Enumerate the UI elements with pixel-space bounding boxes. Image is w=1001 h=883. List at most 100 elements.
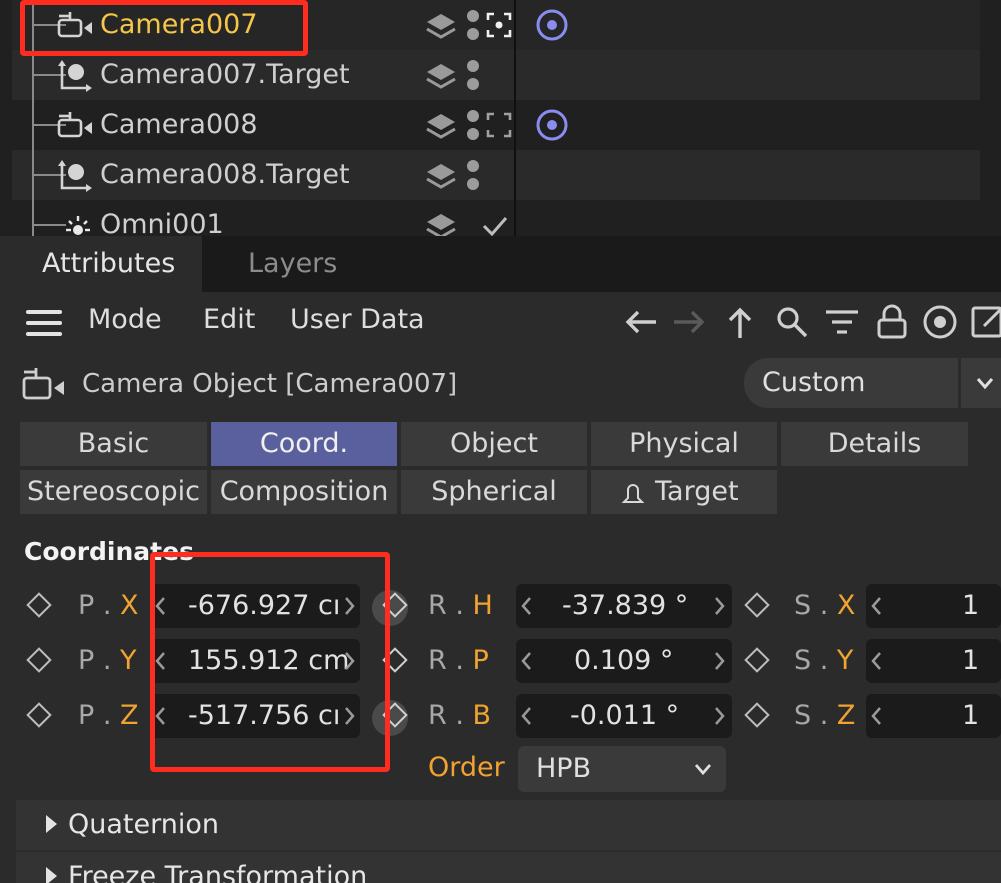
object-row-camera008-target[interactable]: Camera008.Target: [12, 150, 980, 200]
tab-coord[interactable]: Coord.: [211, 422, 397, 466]
keyframe-diamond-icon[interactable]: [744, 592, 770, 618]
increment-arrow-icon[interactable]: [342, 595, 356, 617]
object-row-camera007-target[interactable]: Camera007.Target: [12, 50, 980, 100]
increment-arrow-icon[interactable]: [342, 650, 356, 672]
checkmark-icon[interactable]: [480, 210, 510, 236]
lock-icon[interactable]: [874, 304, 910, 340]
scale-x-field[interactable]: 1: [866, 584, 1001, 628]
pos-y-value: 155.912 cm: [188, 645, 350, 676]
tab-object[interactable]: Object: [401, 422, 587, 466]
layers-icon[interactable]: [424, 210, 458, 236]
tab-details[interactable]: Details: [781, 422, 968, 466]
pos-y-field[interactable]: 155.912 cm: [150, 639, 360, 683]
new-panel-icon[interactable]: [970, 304, 1001, 340]
menu-user-data[interactable]: User Data: [290, 302, 425, 338]
tab-spherical[interactable]: Spherical: [401, 470, 587, 514]
decrement-arrow-icon[interactable]: [154, 650, 168, 672]
layers-icon[interactable]: [424, 10, 458, 42]
visibility-dots[interactable]: [466, 58, 480, 92]
up-arrow-icon[interactable]: [722, 304, 758, 340]
keyframe-diamond-icon[interactable]: [382, 647, 408, 673]
decrement-arrow-icon[interactable]: [520, 595, 534, 617]
param-label: P . X: [78, 590, 139, 621]
param-label: S . X: [794, 590, 856, 621]
coord-row-3: P . Z -517.756 cı R . B -0.011 ° S . Z 1: [0, 694, 1001, 744]
param-label: S . Z: [794, 700, 856, 731]
decrement-arrow-icon[interactable]: [520, 705, 534, 727]
tab-basic[interactable]: Basic: [20, 422, 207, 466]
decrement-arrow-icon[interactable]: [870, 705, 884, 727]
tab-physical[interactable]: Physical: [591, 422, 777, 466]
tab-attributes[interactable]: Attributes: [0, 236, 202, 292]
pos-z-field[interactable]: -517.756 cı: [150, 694, 360, 738]
visibility-dots[interactable]: [466, 108, 480, 142]
chevron-down-icon[interactable]: [972, 370, 998, 396]
object-name: Camera008.Target: [100, 159, 350, 190]
visibility-dots[interactable]: [466, 158, 480, 192]
expand-triangle-icon[interactable]: [46, 815, 57, 833]
preset-dropdown[interactable]: Custom: [744, 358, 1001, 408]
rotation-order-dropdown[interactable]: HPB: [518, 746, 726, 792]
param-label: R . H: [428, 590, 493, 621]
pos-x-field[interactable]: -676.927 cı: [150, 584, 360, 628]
increment-arrow-icon[interactable]: [712, 595, 726, 617]
back-arrow-icon[interactable]: [622, 304, 658, 340]
decrement-arrow-icon[interactable]: [870, 595, 884, 617]
scale-y-field[interactable]: 1: [866, 639, 1001, 683]
rot-h-value: -37.839 °: [562, 590, 689, 621]
camera-target-tag-icon[interactable]: [534, 107, 570, 143]
layers-icon[interactable]: [424, 160, 458, 192]
expand-triangle-icon[interactable]: [46, 867, 57, 883]
menu-mode[interactable]: Mode: [88, 302, 162, 338]
layers-icon[interactable]: [424, 110, 458, 142]
scale-z-field[interactable]: 1: [866, 694, 1001, 738]
rot-b-value: -0.011 °: [570, 700, 680, 731]
param-label: R . P: [428, 645, 489, 676]
tab-layers[interactable]: Layers: [206, 236, 367, 292]
tab-target[interactable]: Target: [591, 470, 777, 514]
hamburger-menu-icon[interactable]: [26, 310, 62, 336]
target-null-icon: [58, 60, 92, 92]
object-title: Camera Object [Camera007]: [82, 369, 458, 399]
scale-x-value: 1: [962, 590, 980, 621]
increment-arrow-icon[interactable]: [712, 650, 726, 672]
camera-target-tag-icon[interactable]: [534, 7, 570, 43]
camera-icon: [57, 112, 92, 138]
order-label: Order: [428, 752, 505, 783]
decrement-arrow-icon[interactable]: [154, 705, 168, 727]
menu-edit[interactable]: Edit: [203, 302, 255, 338]
keyframe-diamond-icon[interactable]: [744, 647, 770, 673]
keyframe-diamond-icon[interactable]: [26, 647, 52, 673]
tab-stereoscopic[interactable]: Stereoscopic: [20, 470, 207, 514]
order-value: HPB: [536, 753, 592, 784]
rot-b-field[interactable]: -0.011 °: [516, 694, 732, 738]
target-null-icon: [58, 160, 92, 192]
increment-arrow-icon[interactable]: [342, 705, 356, 727]
visibility-dots[interactable]: [466, 8, 480, 42]
object-row-camera007[interactable]: Camera007: [12, 0, 980, 50]
search-icon[interactable]: [774, 304, 810, 340]
decrement-arrow-icon[interactable]: [870, 650, 884, 672]
forward-arrow-icon[interactable]: [672, 304, 708, 340]
dropdown-divider: [958, 358, 961, 408]
camera-icon: [22, 368, 64, 400]
object-row-omni001[interactable]: Omni001: [12, 200, 980, 236]
object-row-camera008[interactable]: Camera008: [12, 100, 980, 150]
target-circle-icon[interactable]: [922, 304, 958, 340]
keyframe-diamond-icon[interactable]: [744, 702, 770, 728]
decrement-arrow-icon[interactable]: [520, 650, 534, 672]
decrement-arrow-icon[interactable]: [154, 595, 168, 617]
rot-h-field[interactable]: -37.839 °: [516, 584, 732, 628]
increment-arrow-icon[interactable]: [712, 705, 726, 727]
filter-icon[interactable]: [824, 304, 860, 340]
preset-value: Custom: [762, 367, 866, 398]
group-quaternion[interactable]: Quaternion: [16, 800, 1001, 850]
group-freeze-transformation[interactable]: Freeze Transformation: [16, 852, 1001, 883]
scale-y-value: 1: [962, 645, 980, 676]
layers-icon[interactable]: [424, 60, 458, 92]
keyframe-diamond-icon[interactable]: [26, 702, 52, 728]
pos-x-value: -676.927 cı: [188, 590, 341, 621]
tab-composition[interactable]: Composition: [211, 470, 397, 514]
rot-p-field[interactable]: 0.109 °: [516, 639, 732, 683]
keyframe-diamond-icon[interactable]: [26, 592, 52, 618]
